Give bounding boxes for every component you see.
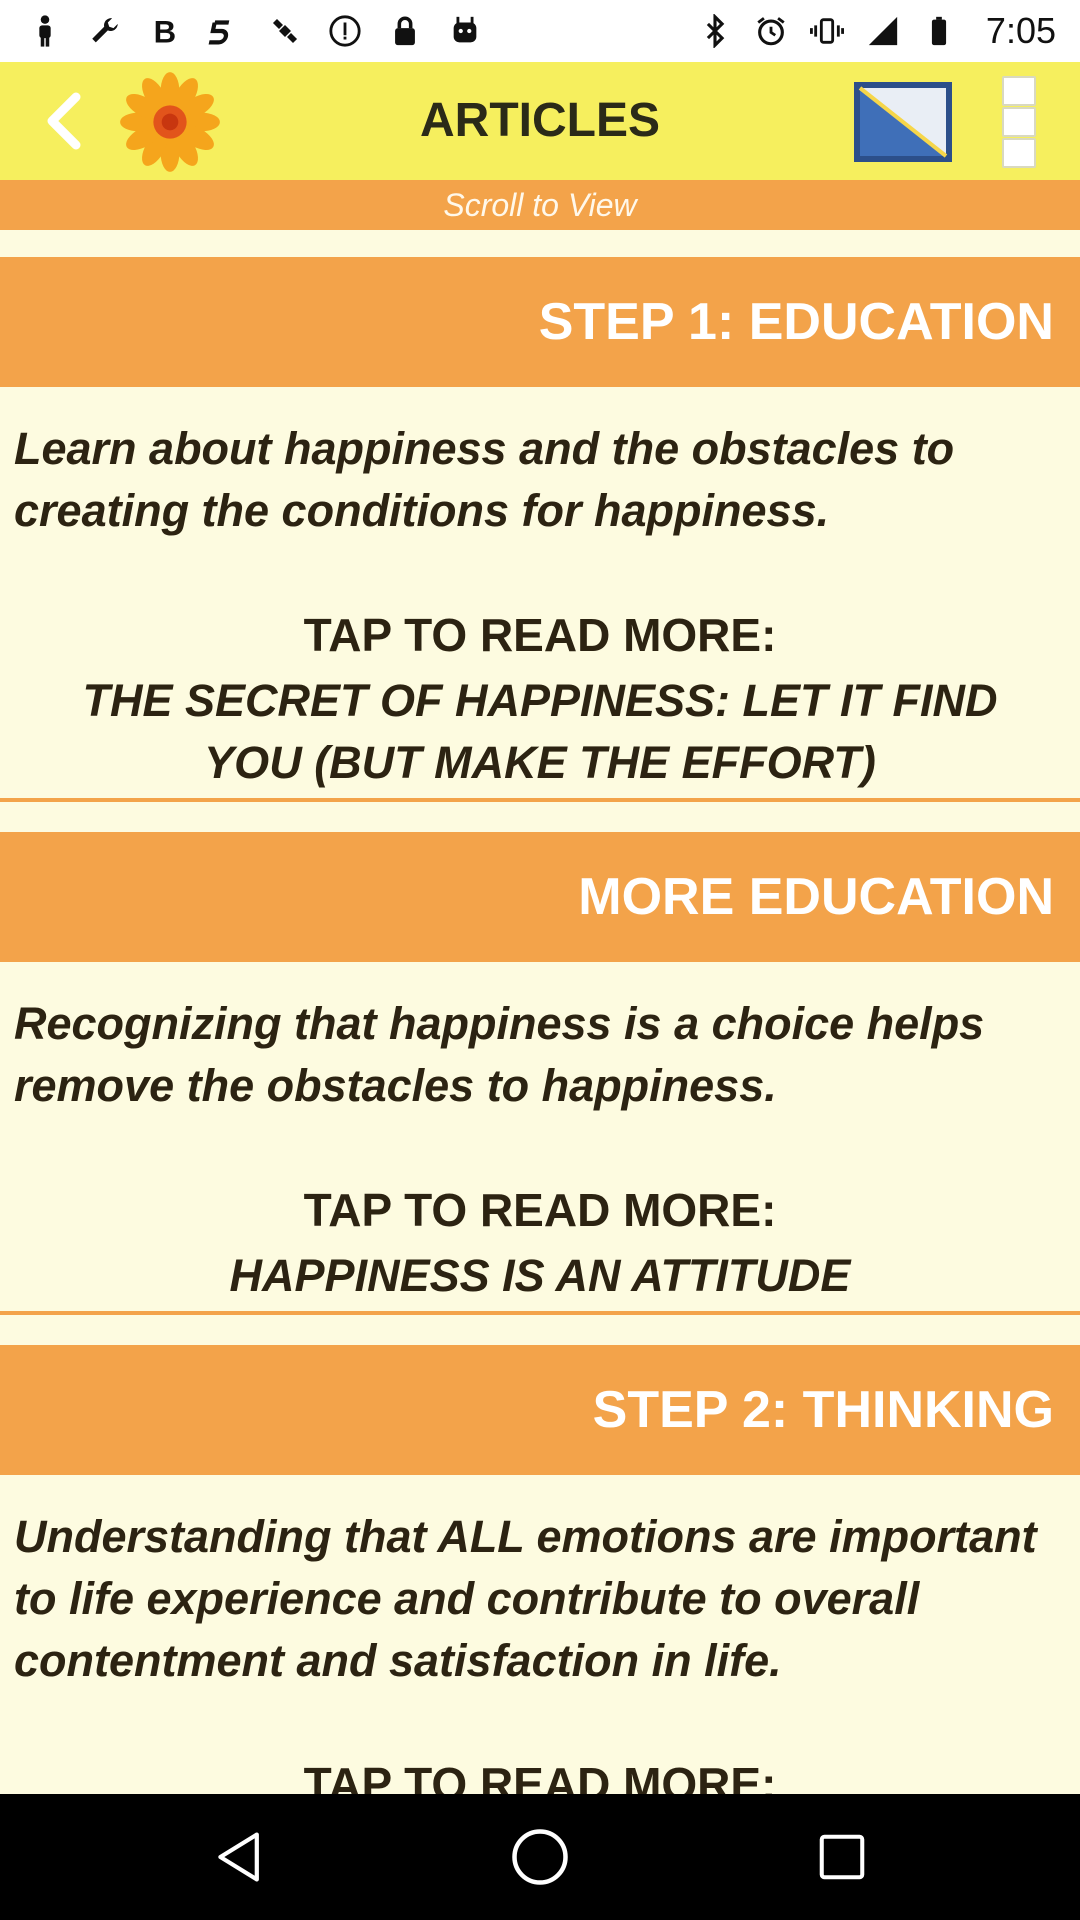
clock-time: 7:05 (985, 10, 1056, 51)
nav-home-button[interactable] (502, 1819, 578, 1895)
section-divider (0, 1311, 1080, 1315)
nav-recents-button[interactable] (804, 1819, 880, 1895)
section-description: Learn about happiness and the obstacles … (14, 423, 955, 536)
section-description: Understanding that ALL emotions are impo… (14, 1511, 1037, 1686)
menu-dot (1002, 138, 1036, 168)
signal-icon (866, 14, 900, 48)
back-button[interactable] (28, 82, 106, 160)
nav-back-button[interactable] (202, 1819, 278, 1895)
battery-icon (922, 14, 956, 48)
section-header-more-education[interactable]: MORE EDUCATION (0, 832, 1080, 962)
article-link-happiness-attitude[interactable]: HAPPINESS IS AN ATTITUDE (0, 1245, 1080, 1307)
vibrate-icon (809, 14, 844, 48)
status-bar: B 7:05 (0, 0, 1080, 62)
bluetooth-icon (698, 14, 732, 48)
tap-to-read-label: TAP TO READ MORE: (303, 1184, 777, 1236)
square-recents-icon (819, 1834, 865, 1880)
svg-text:B: B (154, 14, 177, 48)
section-header-step-2[interactable]: STEP 2: THINKING (0, 1345, 1080, 1475)
mail-button[interactable] (850, 74, 960, 170)
section-divider (0, 798, 1080, 802)
section-header-step-1[interactable]: STEP 1: EDUCATION (0, 257, 1080, 387)
android-icon (448, 14, 482, 48)
article-link-secret-of-happiness[interactable]: THE SECRET OF HAPPINESS: LET IT FIND YOU… (0, 670, 1080, 794)
gesture-icon (208, 14, 242, 48)
back-arrow-icon (47, 92, 81, 150)
triangle-back-icon (218, 1832, 259, 1882)
bold-b-icon: B (148, 14, 182, 48)
tap-to-read-label: TAP TO READ MORE: (303, 1758, 777, 1794)
lock-icon (388, 14, 422, 48)
tap-to-read-label: TAP TO READ MORE: (303, 609, 777, 661)
envelope-icon (854, 82, 952, 162)
menu-dot (1002, 107, 1036, 137)
satellite-icon (268, 14, 302, 48)
section-description: Recognizing that happiness is a choice h… (14, 998, 985, 1111)
info-circle-icon (328, 14, 362, 48)
articles-list[interactable]: STEP 1: EDUCATION Learn about happiness … (0, 230, 1080, 1794)
app-bar: ARTICLES (0, 62, 1080, 180)
alarm-icon (754, 14, 788, 48)
flower-logo-icon (118, 70, 222, 174)
circle-home-icon (512, 1829, 568, 1885)
wrench-icon (88, 14, 122, 48)
overflow-menu-button[interactable] (1002, 76, 1038, 168)
scroll-hint: Scroll to View (0, 180, 1080, 230)
menu-dot (1002, 76, 1036, 106)
navigation-bar (0, 1794, 1080, 1920)
person-icon (28, 14, 62, 48)
